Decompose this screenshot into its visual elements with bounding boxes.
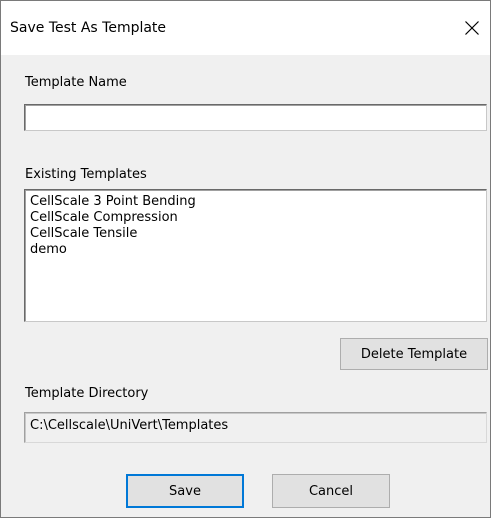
save-button[interactable]: Save [126, 474, 244, 508]
save-template-dialog: Save Test As Template Template Name Exis… [0, 0, 491, 518]
list-item[interactable]: CellScale Compression [30, 210, 486, 226]
template-directory-value: C:\Cellscale\UniVert\Templates [24, 412, 487, 443]
close-icon [465, 21, 479, 35]
delete-template-button[interactable]: Delete Template [340, 338, 488, 370]
template-name-label: Template Name [25, 75, 127, 90]
template-name-field-frame [24, 104, 487, 131]
list-item[interactable]: demo [30, 242, 486, 258]
title-bar: Save Test As Template [1, 1, 490, 55]
template-directory-label: Template Directory [25, 386, 149, 401]
list-item[interactable]: CellScale Tensile [30, 226, 486, 242]
existing-templates-label: Existing Templates [25, 167, 147, 182]
dialog-title: Save Test As Template [10, 20, 167, 36]
cancel-button[interactable]: Cancel [272, 474, 390, 508]
template-name-input[interactable] [25, 105, 486, 130]
existing-templates-list[interactable]: CellScale 3 Point Bending CellScale Comp… [24, 189, 487, 322]
close-button[interactable] [454, 9, 490, 47]
list-item[interactable]: CellScale 3 Point Bending [30, 194, 486, 210]
